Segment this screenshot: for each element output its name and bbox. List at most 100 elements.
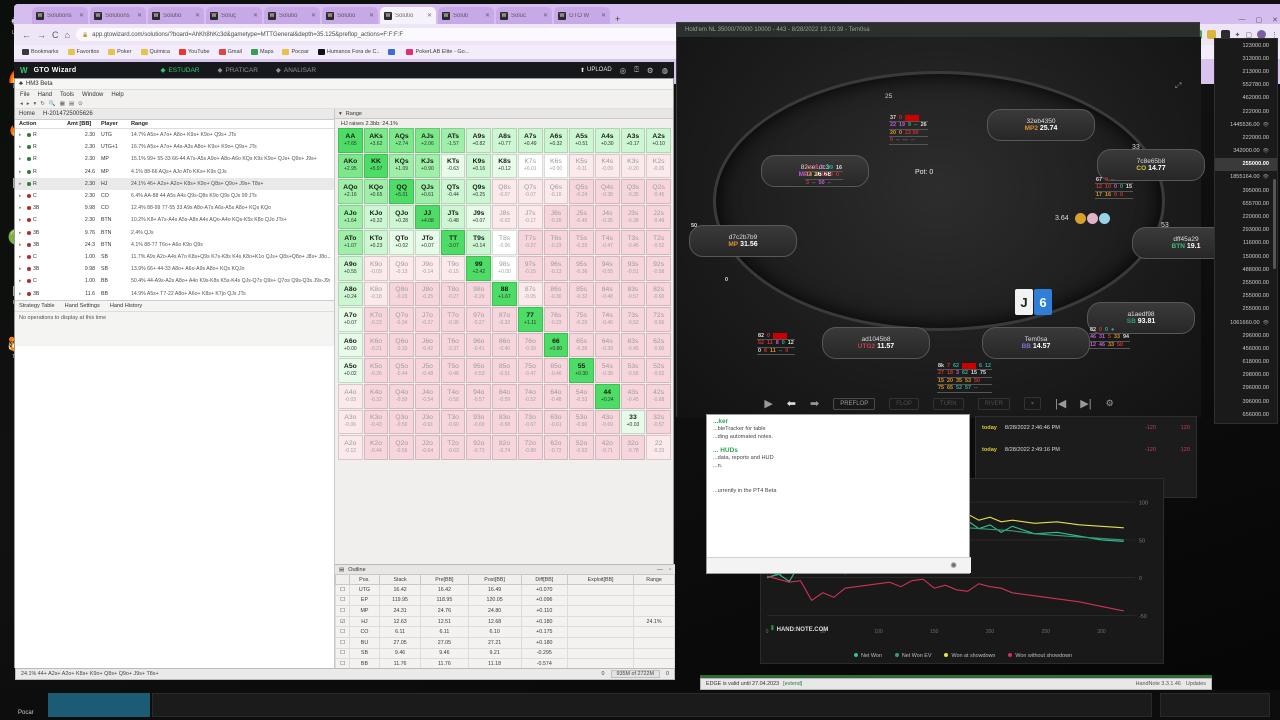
stack-row-12[interactable]: 655700.00 xyxy=(1215,197,1277,210)
range-cell-53o[interactable]: 53o -0.60 xyxy=(569,409,594,435)
stack-row-7[interactable]: 222000.00 xyxy=(1215,131,1277,144)
taskbar-item-2[interactable] xyxy=(152,693,1152,717)
range-cell-33[interactable]: 33 +0.03 xyxy=(620,409,646,435)
range-cell-J4s[interactable]: J4s -0.35 xyxy=(594,204,620,230)
hand-history-row[interactable]: ▸ C 2.30 BTN 10.2% K8+ A7s-A4s A5s-A8s A4s A… xyxy=(15,214,334,226)
range-cell-94o[interactable]: 94o -0.57 xyxy=(466,383,492,409)
range-cell-J2o[interactable]: J2o -0.64 xyxy=(415,435,440,460)
range-cell-87o[interactable]: 87o -0.32 xyxy=(492,307,517,332)
stack-row-22[interactable]: 296000.00 xyxy=(1215,329,1277,342)
range-cell-98o[interactable]: 98o -0.29 xyxy=(466,281,492,307)
range-cell-K7s[interactable]: K7s +0.01 xyxy=(517,153,543,179)
stack-row-27[interactable]: 396000.00 xyxy=(1215,395,1277,408)
stack-row-9[interactable]: 255000.00 xyxy=(1215,157,1277,171)
range-cell-73s[interactable]: 73s -0.52 xyxy=(620,307,646,332)
range-cell-54o[interactable]: 54o -0.53 xyxy=(569,383,594,409)
range-cell-J7s[interactable]: J7s -0.17 xyxy=(517,204,543,230)
range-cell-73o[interactable]: 73o -0.67 xyxy=(517,409,543,435)
upload-button[interactable]: ⬆ UPLOAD xyxy=(580,67,612,74)
range-cell-QQ[interactable]: QQ +5.01 xyxy=(389,179,415,204)
seat-32eb4350[interactable]: 32eb4350 MP2 25.74 xyxy=(987,109,1095,141)
range-cell-T5s[interactable]: T5s -0.33 xyxy=(569,230,594,255)
outline-row[interactable]: ☑ HJ 12.63 12.51 12.68 +0.180 24.1% xyxy=(335,615,675,628)
row-expander[interactable]: ▸ xyxy=(19,132,27,138)
outline-checkbox[interactable]: ☐ xyxy=(335,584,350,596)
range-cell-83s[interactable]: 83s -0.57 xyxy=(620,281,646,307)
range-cell-52o[interactable]: 52o -0.63 xyxy=(569,435,594,460)
range-cell-75s[interactable]: 75s -0.29 xyxy=(569,307,594,332)
range-cell-32o[interactable]: 32o -0.78 xyxy=(620,435,646,460)
row-expander[interactable]: ▸ xyxy=(19,156,27,162)
range-cell-64o[interactable]: 64o -0.48 xyxy=(543,383,569,409)
range-cell-A2o[interactable]: A2o -0.12 xyxy=(338,435,363,460)
hm3-menu-tools[interactable]: Tools xyxy=(60,92,74,98)
range-cell-K2o[interactable]: K2o -0.44 xyxy=(363,435,389,460)
street-preflop-button[interactable]: PREFLOP xyxy=(833,397,876,410)
range-cell-J7o[interactable]: J7o -0.37 xyxy=(415,307,440,332)
eye-icon[interactable]: 👁 xyxy=(1263,148,1269,154)
street-flop-button[interactable]: FLOP xyxy=(889,397,919,410)
range-cell-Q6o[interactable]: Q6o -0.33 xyxy=(389,332,415,358)
taskbar-item-3[interactable] xyxy=(1160,693,1270,717)
close-icon[interactable]: ✕ xyxy=(427,12,432,19)
range-cell-44[interactable]: 44 +0.24 xyxy=(594,383,620,409)
browser-tab-8[interactable]: W Soluc ✕ xyxy=(496,7,552,24)
refresh-icon[interactable]: ↻ xyxy=(40,101,45,107)
seat-Tem0sa[interactable]: Tem0sa BB 14.57 xyxy=(982,327,1090,359)
range-cell-QJs[interactable]: QJs +0.61 xyxy=(415,179,440,204)
range-cell-77[interactable]: 77 +1.11 xyxy=(517,307,543,332)
range-cell-32s[interactable]: 32s -0.57 xyxy=(646,409,671,435)
close-icon[interactable]: ✕ xyxy=(543,12,548,19)
range-cell-J8s[interactable]: J8s -0.02 xyxy=(492,204,517,230)
hand-history-row[interactable]: ▸ 3B 11.6 BB 14.9% A5s+ T7-22 A8o+ A6o+ K8s+… xyxy=(15,287,334,299)
range-cell-K9o[interactable]: K9o -0.09 xyxy=(363,255,389,281)
hand-history-row[interactable]: ▸ R 24.6 MP 4.1% 88-66 AQs+ AJo ATo KKs+ K9s… xyxy=(15,166,334,178)
range-cell-K9s[interactable]: K9s +0.16 xyxy=(466,153,492,179)
range-cell-A6o[interactable]: A6o +0.00 xyxy=(338,332,363,358)
range-cell-22[interactable]: 22 -0.23 xyxy=(646,435,671,460)
range-cell-63s[interactable]: 63s -0.45 xyxy=(620,332,646,358)
stacks-panel[interactable]: 123000.00 313000.00 213000.00 552780.00 4620… xyxy=(1214,38,1278,424)
browser-tab-1[interactable]: W Solutions ✕ xyxy=(90,7,146,24)
range-cell-63o[interactable]: 63o -0.61 xyxy=(543,409,569,435)
range-cell-KTs[interactable]: KTs -0.63 xyxy=(440,153,466,179)
range-cell-Q2s[interactable]: Q2s -0.45 xyxy=(646,179,671,204)
bookmark-3[interactable]: Química xyxy=(140,49,170,55)
range-cell-43o[interactable]: 43o -0.69 xyxy=(594,409,620,435)
range-cell-J3s[interactable]: J3s -0.38 xyxy=(620,204,646,230)
range-cell-KQo[interactable]: KQo +0.65 xyxy=(363,179,389,204)
outline-checkbox[interactable]: ☐ xyxy=(335,594,350,607)
outline-checkbox[interactable]: ☑ xyxy=(335,615,350,628)
range-cell-Q4o[interactable]: Q4o -0.50 xyxy=(389,383,415,409)
range-cell-84s[interactable]: 84s -0.48 xyxy=(594,281,620,307)
range-cell-KQs[interactable]: KQs +1.09 xyxy=(389,153,415,179)
range-cell-AQs[interactable]: AQs +2.74 xyxy=(389,128,415,153)
range-cell-82s[interactable]: 82s -0.60 xyxy=(646,281,671,307)
close-icon[interactable]: ✕ xyxy=(137,12,142,19)
browser-tab-9[interactable]: W GTO W ✕ xyxy=(554,7,610,24)
maximize-icon[interactable]: ▢ xyxy=(1256,16,1263,24)
range-cell-74s[interactable]: 74s -0.46 xyxy=(594,307,620,332)
play-button[interactable]: ▶ xyxy=(764,397,772,410)
range-cell-JTo[interactable]: JTo +0.07 xyxy=(415,230,440,255)
range-cell-J2s[interactable]: J2s -0.49 xyxy=(646,204,671,230)
range-cell-Q5s[interactable]: Q5s -0.24 xyxy=(569,179,594,204)
range-cell-96o[interactable]: 96o -0.41 xyxy=(466,332,492,358)
forward-icon[interactable]: ▸ xyxy=(27,101,30,107)
range-cell-K3s[interactable]: K3s -0.20 xyxy=(620,153,646,179)
eye-icon[interactable]: 👁 xyxy=(1263,122,1269,128)
hm3-menu-window[interactable]: Window xyxy=(82,92,103,98)
reload-icon[interactable]: C xyxy=(52,30,59,40)
range-cell-74o[interactable]: 74o -0.52 xyxy=(517,383,543,409)
range-cell-QTo[interactable]: QTo +0.02 xyxy=(389,230,415,255)
stack-row-15[interactable]: 116000.00 xyxy=(1215,237,1277,250)
range-cell-T9o[interactable]: T9o -0.15 xyxy=(440,255,466,281)
range-cell-KK[interactable]: KK +5.97 xyxy=(363,153,389,179)
range-cell-92s[interactable]: 92s -0.58 xyxy=(646,255,671,281)
back-icon[interactable]: ◂ xyxy=(20,101,23,107)
stack-row-24[interactable]: 618000.00 xyxy=(1215,356,1277,369)
range-cell-83o[interactable]: 83o -0.68 xyxy=(492,409,517,435)
range-cell-65o[interactable]: 65o -0.46 xyxy=(543,358,569,383)
gtowizard-nav-praticar[interactable]: ◆ PRATICAR xyxy=(218,66,258,75)
bookmark-6[interactable]: Maps xyxy=(251,49,273,55)
